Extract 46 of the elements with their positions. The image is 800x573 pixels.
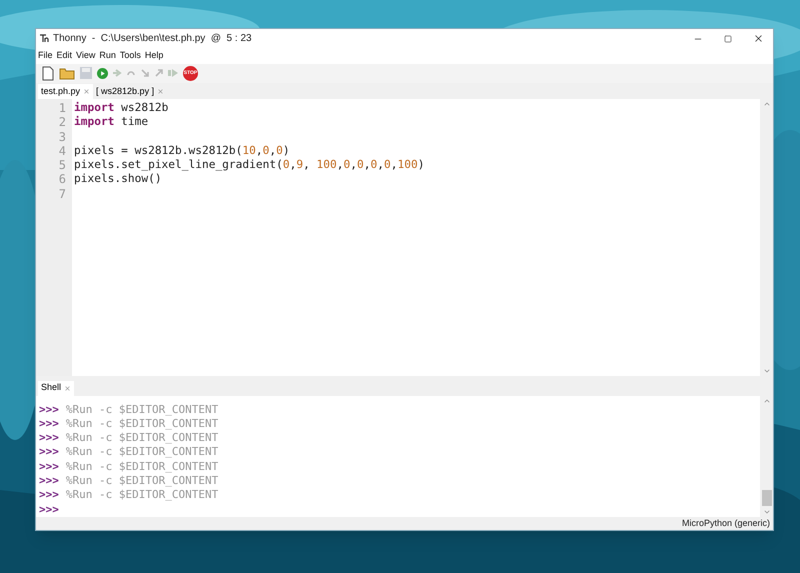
shell-tab[interactable]: Shell [38,380,74,396]
shell-prompt: >>> [39,502,59,517]
shell-command: %Run -c $EDITOR_CONTENT [66,488,218,503]
window-title: Thonny - C:\Users\ben\test.ph.py @ 5 : 23 [53,32,252,46]
code-line: pixels.set_pixel_line_gradient(0,9, 100,0,0,0,0,100) [74,158,424,172]
code-line: pixels.show() [74,172,162,186]
shell-console[interactable]: >>> %Run -c $EDITOR_CONTENT >>> %Run -c $EDITOR_CONTENT >>> %Run -c $EDITOR_CONTENT >>> %Run -c $EDITOR_CONTENT >>> %Run -c $EDITOR_CONTENT >>> %Run -c $EDITOR_CONTENT >>> %Run -c $EDITOR_CONTENT >>> [36,396,773,516]
interpreter-label[interactable]: MicroPython (generic) [682,516,770,530]
line-number: 5 [58,158,66,172]
shell-prompt: >>> [39,402,59,417]
menu-item[interactable]: View [76,49,96,63]
shell-prompt: >>> [39,474,59,488]
shell-command: %Run -c $EDITOR_CONTENT [66,445,218,460]
shell-prompt: >>> [39,445,59,460]
line-number: 1 [58,100,66,116]
code-line: import ws2812b [74,100,168,114]
menu-item[interactable]: Tools [120,49,141,63]
shell-prompt: >>> [39,431,59,446]
line-number: 4 [58,144,66,158]
play-icon[interactable] [97,68,108,79]
new-file-icon[interactable] [41,66,55,81]
shell-command: %Run -c $EDITOR_CONTENT [66,431,218,446]
maximize-icon[interactable] [724,34,732,42]
shell-prompt: >>> [39,416,59,432]
code-line: pixels = ws2812b.ws2812b(10,0,0) [74,144,290,157]
line-number: 3 [58,130,66,144]
menu-item[interactable]: Run [99,49,116,63]
code-editor[interactable]: 1 2 3 4 5 6 7 import ws2812b import time pixels = ws2812b.ws2812b(10,0,0) pixels.set_pixel_line_gradient(0,9, 100,0,0,0,0,100) pixels.show() [36,98,773,376]
code-line: import time [74,115,148,128]
shell-prompt: >>> [39,460,59,474]
shell-prompt: >>> [39,488,59,503]
shell-command: %Run -c $EDITOR_CONTENT [66,402,218,417]
line-number: 6 [58,172,66,187]
shell-command: %Run -c $EDITOR_CONTENT [66,460,218,474]
shell-command: %Run -c $EDITOR_CONTENT [66,416,218,432]
scroll-thumb[interactable] [762,490,772,506]
line-number: 7 [58,186,66,202]
menu-item[interactable]: File [38,49,53,63]
menu-item[interactable]: Help [144,49,164,63]
line-number: 2 [58,115,66,130]
editor-tab[interactable]: test.ph.py [38,84,94,99]
app-logo-icon [40,34,50,43]
menu-item[interactable]: Edit [56,49,72,63]
folder-icon[interactable] [59,66,75,80]
close-icon[interactable] [752,33,764,44]
shell-command: %Run -c $EDITOR_CONTENT [66,474,218,488]
